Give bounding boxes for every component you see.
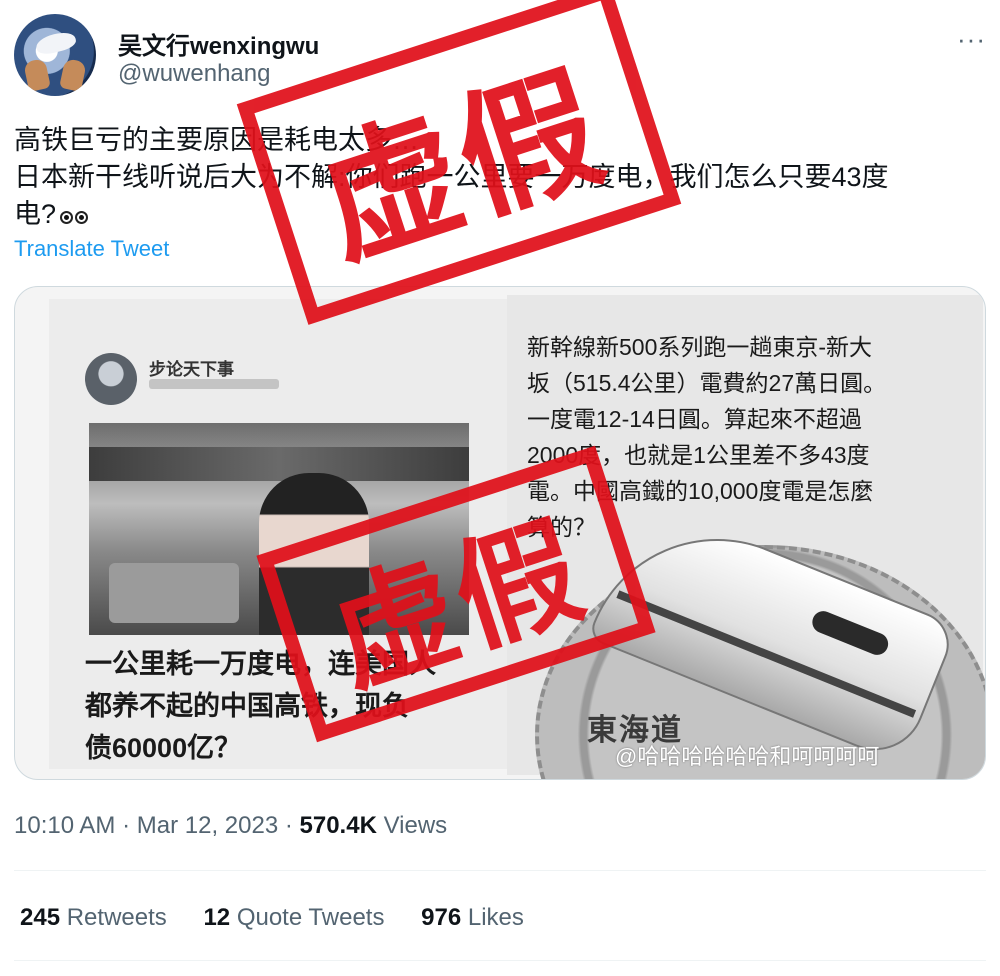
tweet-text-line-2: 日本新干线听说后大为不解:你们跑一公里要一万度电，我们怎么只要43度 [14,162,889,192]
avatar[interactable] [14,14,96,96]
likes-count: 976 [421,904,462,931]
author-display-name[interactable]: 吴文行wenxingwu [118,26,319,61]
quote-tweets-count: 12 [203,904,231,931]
media-right-text-line: 一度電12-14日圓。算起來不超過 [527,406,862,432]
retweets-label: Retweets [66,904,167,931]
tweet-header: 吴文行wenxingwu @wuwenhang ··· [14,14,986,104]
media-right-text-line: 電。中國高鐵的10,000度電是怎麼 [527,478,874,504]
media-right-text-line: 坂（515.4公里）電費約27萬日圓。 [527,370,887,396]
media-right-image: 東海道 新幹線新500系列跑一趟東京-新大 坂（515.4公里）電費約27萬日圓… [507,295,985,779]
media-author-name: 步论天下事 [149,360,234,379]
eyes-emoji-icon [58,196,89,233]
divider [14,870,986,871]
tweet-media[interactable]: 步论天下事 一公里耗一万度电，连美国人 都养不起的中国高铁，现负 债60000亿… [14,286,986,780]
hand-right-icon [59,58,87,92]
tweet-text-line-1: 高铁巨亏的主要原因是耗电太多… [14,125,419,155]
tweet-meta: 10:10 AM · Mar 12, 2023 · 570.4K Views [14,812,447,840]
tweet-text: 高铁巨亏的主要原因是耗电太多… 日本新干线听说后大为不解:你们跑一公里要一万度电… [14,122,986,233]
dove-icon [34,29,78,57]
media-author-avatar [85,353,137,405]
views-label: Views [383,812,448,839]
media-author-subtitle-blur [149,379,279,389]
meta-separator: · [284,812,293,839]
engagement-stats: 245 Retweets 12 Quote Tweets 976 Likes [20,904,554,932]
media-left-headline-line: 债60000亿？ [85,733,242,763]
weibo-watermark: @哈哈哈哈哈哈和呵呵呵呵 [615,744,880,769]
media-left-image: 步论天下事 一公里耗一万度电，连美国人 都养不起的中国高铁，现负 债60000亿… [49,299,519,769]
tweet-time[interactable]: 10:10 AM [14,812,115,839]
views-count: 570.4K [299,812,377,839]
tweet-date[interactable]: Mar 12, 2023 [137,812,278,839]
likes-stat[interactable]: 976 Likes [421,904,524,932]
quote-tweets-label: Quote Tweets [236,904,385,931]
translate-tweet-link[interactable]: Translate Tweet [14,236,169,262]
train-attendant-photo [89,423,469,635]
media-left-headline: 一公里耗一万度电，连美国人 都养不起的中国高铁，现负 债60000亿？ [85,643,495,769]
author-handle[interactable]: @wuwenhang [118,60,270,88]
divider [14,960,986,961]
meta-separator: · [122,812,131,839]
more-options-icon[interactable]: ··· [957,24,986,55]
hand-left-icon [23,58,51,92]
tweet-text-line-3: 电? [14,196,986,233]
media-left-headline-line: 都养不起的中国高铁，现负 [85,691,409,721]
media-right-text-line: 算的？ [527,514,596,540]
media-left-headline-line: 一公里耗一万度电，连美国人 [85,649,436,679]
tweet-text-line-3-text: 电? [14,199,57,229]
media-right-text: 新幹線新500系列跑一趟東京-新大 坂（515.4公里）電費約27萬日圓。 一度… [527,329,967,545]
retweets-stat[interactable]: 245 Retweets [20,904,167,932]
quote-tweets-stat[interactable]: 12 Quote Tweets [203,904,384,932]
media-right-text-line: 新幹線新500系列跑一趟東京-新大 [527,334,873,360]
media-right-text-line: 2000度，也就是1公里差不多43度 [527,442,870,468]
retweets-count: 245 [20,904,61,931]
likes-label: Likes [467,904,524,931]
